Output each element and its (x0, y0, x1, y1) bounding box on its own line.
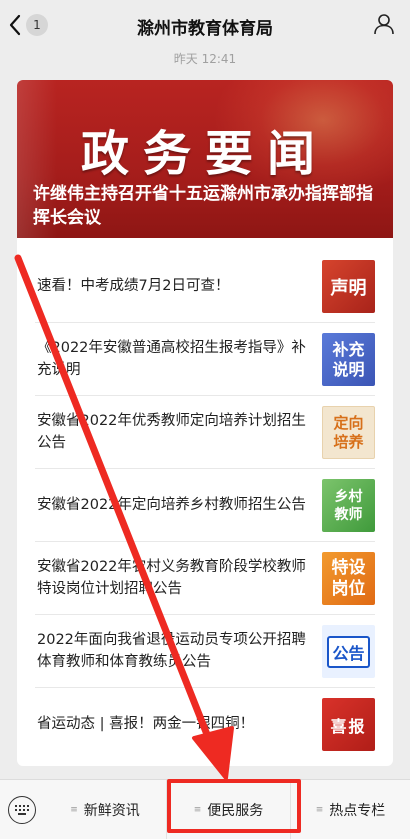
news-thumbnail: 公告 (322, 625, 375, 678)
news-item[interactable]: 2022年面向我省退役运动员专项公开招聘体育教师和体育教练员公告 公告 (35, 615, 375, 688)
keyboard-icon (15, 805, 29, 815)
news-item[interactable]: 速看！中考成绩7月2日可查！ 声明 (35, 250, 375, 323)
banner-headline: 许继伟主持召开省十五运滁州市承办指挥部指挥长会议 (33, 184, 373, 228)
news-item[interactable]: 安徽省2022年农村义务教育阶段学校教师特设岗位计划招聘公告 特设 岗位 (35, 542, 375, 615)
news-title: 安徽省2022年农村义务教育阶段学校教师特设岗位计划招聘公告 (37, 559, 306, 597)
menu-list-icon: ≡ (315, 805, 324, 815)
news-title: 速看！中考成绩7月2日可查！ (37, 278, 230, 294)
banner-title: 政务要闻 (80, 126, 329, 182)
news-thumbnail: 补充 说明 (322, 333, 375, 386)
news-item[interactable]: 安徽省2022年定向培养乡村教师招生公告 乡村 教师 (35, 469, 375, 542)
navigation-bar: 1 滁州市教育体育局 (0, 0, 410, 48)
news-title: 省运动态 | 喜报！两金一银四铜！ (37, 716, 255, 732)
news-thumbnail: 喜报 (322, 698, 375, 751)
annotation-highlight-box (167, 779, 301, 833)
menu-tab-label: 热点专栏 (329, 803, 386, 819)
back-button[interactable]: 1 (8, 12, 48, 38)
news-title: 安徽省2022年优秀教师定向培养计划招生公告 (37, 413, 306, 451)
banner-article[interactable]: 政务要闻 许继伟主持召开省十五运滁州市承办指挥部指挥长会议 (17, 80, 393, 238)
news-thumbnail: 乡村 教师 (322, 479, 375, 532)
menu-list-icon: ≡ (70, 805, 78, 815)
news-title: 《2022年安徽普通高校招生报考指导》补充说明 (37, 340, 306, 378)
news-thumbnail: 特设 岗位 (322, 552, 375, 605)
chat-title: 滁州市教育体育局 (137, 19, 273, 39)
profile-icon[interactable] (372, 12, 396, 36)
news-title: 2022年面向我省退役运动员专项公开招聘体育教师和体育教练员公告 (37, 632, 306, 670)
menu-tab-news[interactable]: ≡ 新鲜资讯 (44, 780, 166, 839)
menu-tab-label: 新鲜资讯 (83, 803, 140, 819)
message-timestamp: 昨天 12:41 (173, 52, 237, 66)
news-item[interactable]: 《2022年安徽普通高校招生报考指导》补充说明 补充 说明 (35, 323, 375, 396)
news-item[interactable]: 省运动态 | 喜报！两金一银四铜！ 喜报 (35, 688, 375, 761)
article-card: 政务要闻 许继伟主持召开省十五运滁州市承办指挥部指挥长会议 速看！中考成绩7月2… (17, 80, 393, 766)
news-item[interactable]: 安徽省2022年优秀教师定向培养计划招生公告 定向 培养 (35, 396, 375, 469)
news-thumbnail: 声明 (322, 260, 375, 313)
keyboard-toggle-button[interactable] (8, 796, 36, 824)
news-title: 安徽省2022年定向培养乡村教师招生公告 (37, 497, 306, 513)
chevron-left-icon (9, 14, 21, 36)
unread-count-badge: 1 (26, 14, 48, 36)
news-thumbnail: 定向 培养 (322, 406, 375, 459)
menu-tab-hot-topics[interactable]: ≡ 热点专栏 (290, 780, 410, 839)
